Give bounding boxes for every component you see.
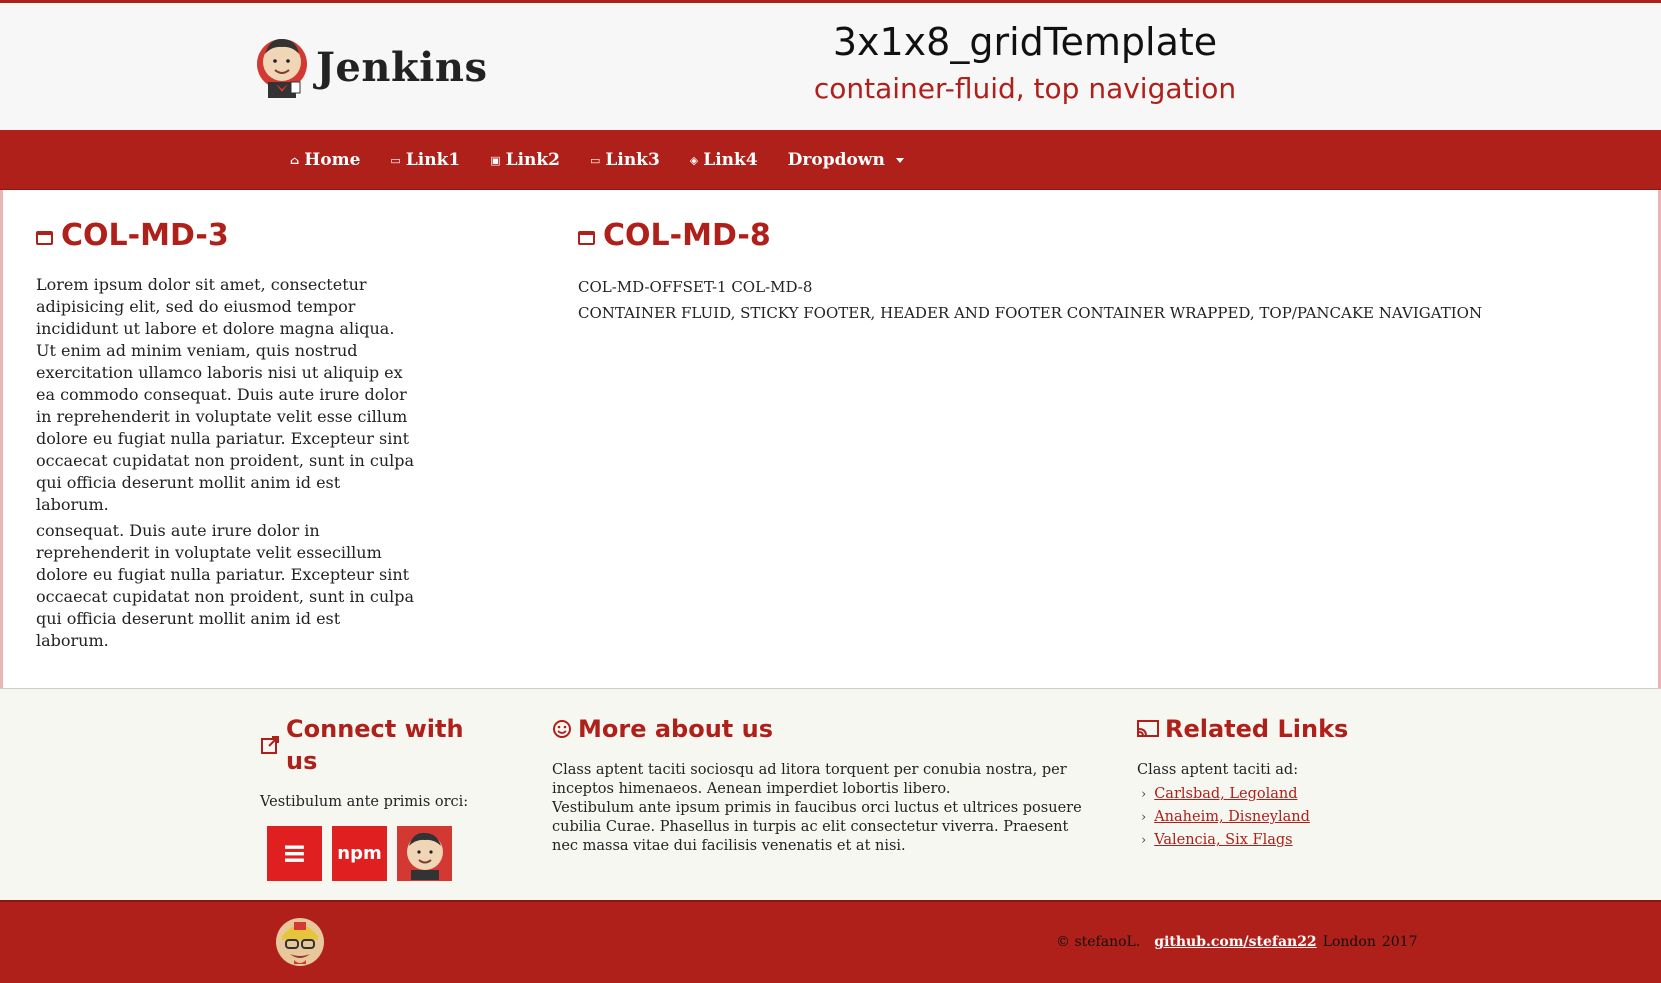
social-badges: ≡ npm [267,826,500,881]
logo-text: Jenkins [316,43,488,91]
nav-label: Link2 [505,150,560,170]
cast-icon [1137,720,1159,737]
nav-label: Link3 [605,150,660,170]
nav-item-home[interactable]: ⌂ Home [290,150,360,170]
nav-label: Link1 [405,150,461,170]
footer-text: Class aptent taciti sociosqu ad litora t… [552,762,1067,797]
page-title: 3x1x8_gridTemplate [832,20,1218,64]
footer-text: Class aptent taciti ad: [1137,762,1299,778]
nav-label: Dropdown [787,150,885,170]
related-link-legoland[interactable]: Carlsbad, Legoland [1154,783,1297,806]
nav-label: Home [304,150,361,170]
col-heading: COL-MD-8 [578,216,1638,256]
github-link[interactable]: github.com/stefan22 [1154,934,1316,950]
chevron-right-icon: › [1141,833,1147,848]
window-icon [578,231,595,245]
copyright: © stefanoL. github.com/stefan22 London 2… [1056,934,1417,950]
caret-down-icon [895,157,904,163]
related-link-six-flags[interactable]: Valencia, Six Flags [1154,829,1292,852]
footer-connect: Connect with us Vestibulum ante primis o… [260,713,500,881]
chevron-right-icon: › [1141,810,1147,825]
badge-label: ≡ [281,836,308,871]
image-icon: ▣ [490,153,501,167]
calendar-icon: ▭ [390,153,401,167]
col-heading: COL-MD-3 [36,216,416,256]
top-navigation: ⌂ Home ▭ Link1 ▣ Link2 ▭ Link3 ◈ Link4 D… [0,130,1661,190]
col-md-3: COL-MD-3 Lorem ipsum dolor sit amet, con… [36,216,416,656]
related-links-list: › Carlsbad, Legoland › Anaheim, Disneyla… [1137,783,1437,852]
footer-related: Related Links Class aptent taciti ad: › … [1137,713,1437,852]
npm-badge-icon[interactable]: npm [332,826,387,881]
footer-bottom: © stefanoL. github.com/stefan22 London 2… [0,900,1661,983]
nav-item-link2[interactable]: ▣ Link2 [490,150,560,170]
home-icon: ⌂ [290,153,300,167]
jenkins-logo[interactable]: Jenkins [256,29,487,105]
col-md-8: COL-MD-8 COL-MD-OFFSET-1 COL-MD-8 CONTAI… [578,216,1638,326]
column-description: CONTAINER FLUID, STICKY FOOTER, HEADER A… [578,304,1483,322]
footer-about: More about us Class aptent taciti socios… [552,713,1092,856]
site-header: Jenkins 3x1x8_gridTemplate container-flu… [0,0,1661,130]
footer-text: Vestibulum ante ipsum primis in faucibus… [552,800,1082,854]
chevron-right-icon: › [1141,787,1147,802]
smiley-icon [553,720,571,738]
copyright-owner: © stefanoL. [1056,934,1141,950]
external-link-icon [261,736,279,754]
jenkins-butler-icon [257,38,307,98]
window-icon [36,231,53,245]
list-item: › Valencia, Six Flags [1141,829,1437,852]
paragraph: consequat. Duis aute irure dolor in repr… [36,521,415,650]
badge-label: npm [337,843,382,864]
footer-heading-text: Related Links [1165,715,1349,743]
footer-heading: More about us [552,713,1092,745]
nav-item-link1[interactable]: ▭ Link1 [390,150,460,170]
list-badge-icon[interactable]: ≡ [267,826,322,881]
list-item: › Anaheim, Disneyland [1141,806,1437,829]
paragraph: Lorem ipsum dolor sit amet, consectetur … [36,275,415,514]
col-heading-text: COL-MD-8 [603,218,771,253]
header-titles: 3x1x8_gridTemplate container-fluid, top … [700,17,1350,111]
nav-label: Link4 [703,150,758,170]
jenkins-mascot-icon [276,918,324,966]
list-item: › Carlsbad, Legoland [1141,783,1437,806]
copyright-year: 2017 [1381,934,1418,950]
column-description: COL-MD-OFFSET-1 COL-MD-8 [578,278,813,296]
nav-item-link3[interactable]: ▭ Link3 [590,150,660,170]
col-heading-text: COL-MD-3 [61,218,229,253]
footer-heading-text: More about us [578,715,773,743]
nav-list: ⌂ Home ▭ Link1 ▣ Link2 ▭ Link3 ◈ Link4 D… [290,130,934,190]
footer-heading-text: Connect with us [286,715,464,775]
footer-heading: Connect with us [260,713,500,777]
tag-icon: ◈ [689,153,699,167]
calendar-icon: ▭ [590,153,601,167]
footer-top: Connect with us Vestibulum ante primis o… [0,688,1661,900]
related-link-disneyland[interactable]: Anaheim, Disneyland [1154,806,1310,829]
page-subtitle: container-fluid, top navigation [813,72,1237,105]
jenkins-badge-icon[interactable] [397,826,452,881]
nav-item-link4[interactable]: ◈ Link4 [690,150,758,170]
footer-text: Vestibulum ante primis orci: [260,794,469,810]
main-content: COL-MD-3 Lorem ipsum dolor sit amet, con… [0,190,1661,688]
copyright-location: London [1322,934,1376,950]
footer-heading: Related Links [1137,713,1437,745]
nav-item-dropdown[interactable]: Dropdown [788,150,904,170]
jenkins-butler-icon [406,832,443,880]
